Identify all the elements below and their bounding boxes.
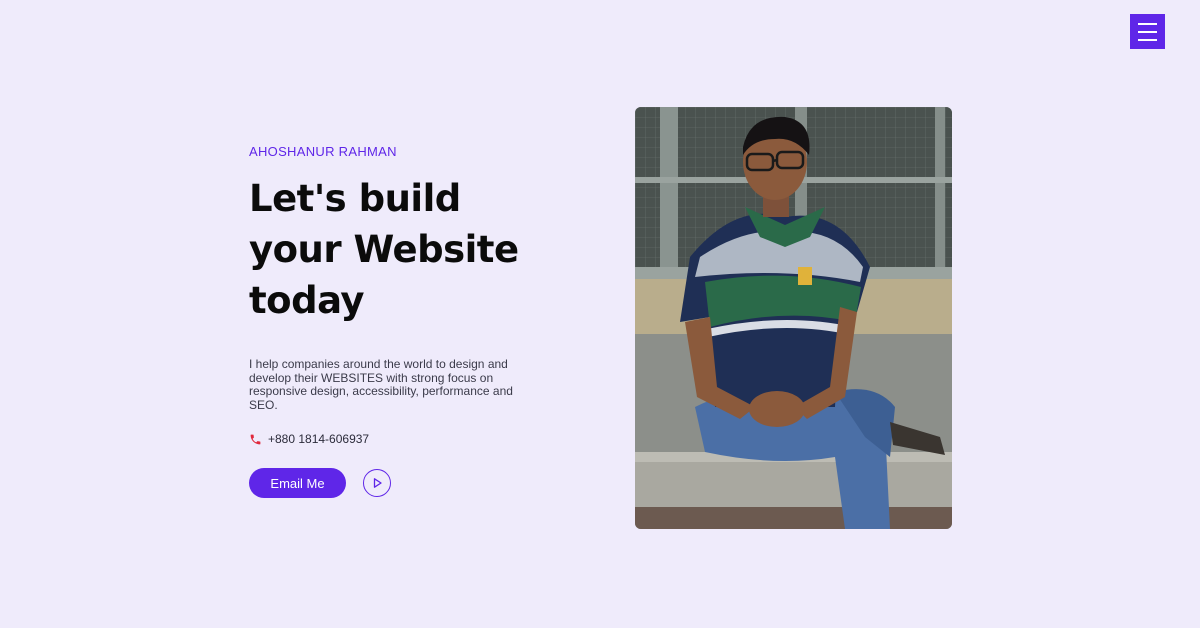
email-me-button[interactable]: Email Me [249,468,346,498]
play-video-button[interactable] [363,469,391,497]
profile-photo [635,107,952,529]
author-name: AHOSHANUR RAHMAN [249,144,397,159]
phone-number: +880 1814-606937 [268,432,370,446]
play-circle-icon [373,478,382,488]
headline-line: Let's build [249,177,461,220]
menu-button[interactable] [1130,14,1165,49]
hamburger-menu-icon-line [1138,38,1157,41]
phone-icon [250,434,261,444]
hamburger-menu-icon [1138,22,1157,25]
phone-contact[interactable]: +880 1814-606937 [249,432,549,446]
headline-line: your Website [249,228,519,271]
hero-actions: Email Me [249,468,549,498]
hero-section: AHOSHANUR RAHMAN Let's build your Websit… [249,144,549,498]
page: AHOSHANUR RAHMAN Let's build your Websit… [0,0,1200,628]
hero-headline: Let's build your Website today [249,173,549,326]
hamburger-menu-icon-line [1138,30,1157,33]
portrait-photo [635,107,952,529]
hero-description: I help companies around the world to des… [249,357,513,412]
headline-line: today [249,279,365,322]
